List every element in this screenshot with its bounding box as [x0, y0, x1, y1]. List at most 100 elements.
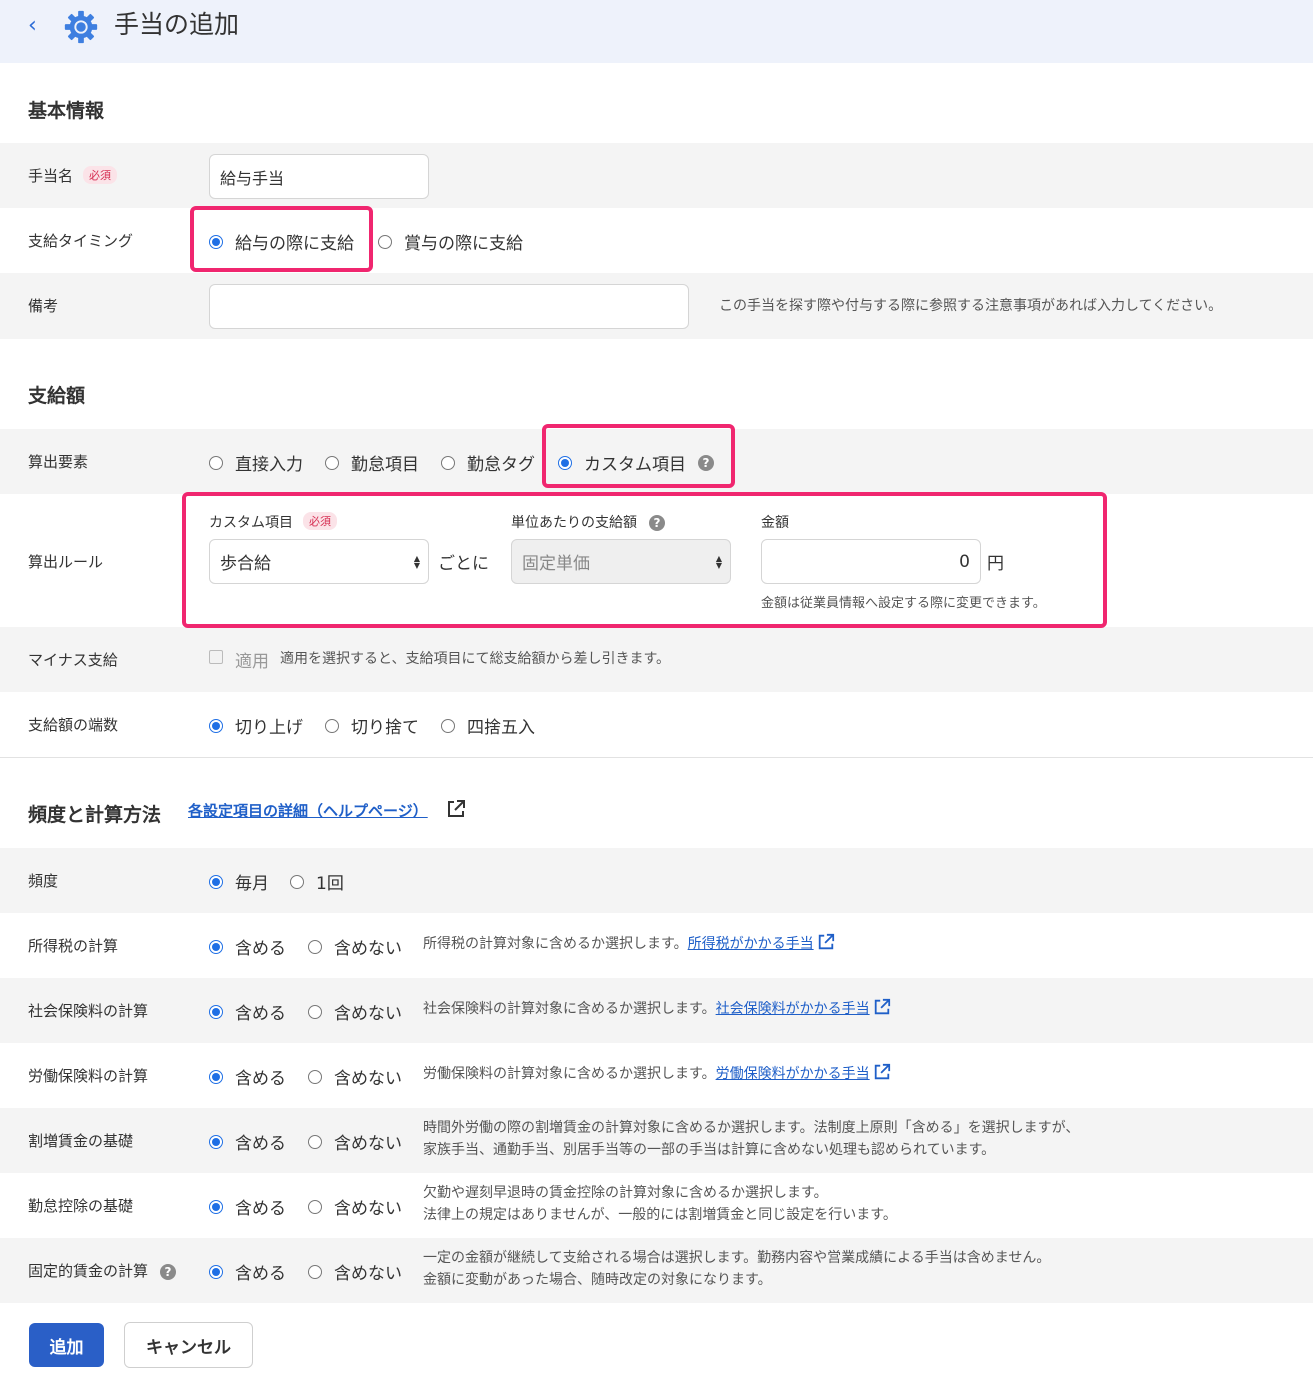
row-frequency: 頻度 毎月 1回 — [0, 848, 1313, 913]
select-arrow-icon: ▲ ▼ — [413, 554, 420, 570]
radio-income-tax-exclude[interactable]: 含めない — [308, 934, 402, 959]
unit-amount-select: 固定単価 ▲ ▼ — [511, 539, 731, 584]
page-header: ‹ 手当の追加 — [0, 0, 1313, 63]
absence-base-label: 勤怠控除の基礎 — [28, 1197, 134, 1215]
allowance-name-label: 手当名 必須 — [28, 165, 118, 186]
row-absence-base: 勤怠控除の基礎 含める 含めない 欠勤や遅刻早退時の賃金控除の計算対象に含めるか… — [0, 1173, 1313, 1238]
section-divider — [0, 757, 1313, 758]
allowance-name-input[interactable]: 給与手当 — [209, 154, 429, 199]
social-insurance-note: 社会保険料の計算対象に含めるか選択します。社会保険料がかかる手当 — [423, 998, 892, 1020]
help-icon[interactable]: ? — [649, 515, 665, 531]
row-labor-insurance: 労働保険料の計算 含める 含めない 労働保険料の計算対象に含めるか選択します。労… — [0, 1043, 1313, 1108]
radio-round-half[interactable]: 四捨五入 — [441, 713, 535, 738]
radio-timing-salary[interactable]: 給与の際に支給 — [209, 229, 354, 254]
radio-income-tax-include[interactable]: 含める — [209, 934, 286, 959]
payment-timing-label: 支給タイミング — [28, 232, 134, 250]
labor-insurance-label: 労働保険料の計算 — [28, 1067, 149, 1085]
kingaku-note: 金額は従業員情報へ設定する際に変更できます。 — [761, 596, 1046, 611]
minus-apply-checkbox[interactable] — [209, 650, 223, 664]
radio-element-direct[interactable]: 直接入力 — [209, 450, 303, 475]
row-payment-timing: 支給タイミング 給与の際に支給 賞与の際に支給 — [0, 208, 1313, 273]
overtime-base-label: 割増賃金の基礎 — [28, 1132, 134, 1150]
frequency-label: 頻度 — [28, 872, 59, 890]
calc-rule-label: 算出ルール — [28, 553, 104, 571]
help-icon[interactable]: ? — [160, 1264, 177, 1280]
radio-element-attendance-tag[interactable]: 勤怠タグ — [441, 450, 535, 475]
income-tax-note: 所得税の計算対象に含めるか選択します。所得税がかかる手当 — [423, 933, 836, 955]
row-fixed-wage: 固定的賃金の計算? 含める 含めない 一定の金額が継続して支給される場合は選択し… — [0, 1238, 1313, 1303]
gear-icon — [64, 10, 98, 44]
section-title-amount: 支給額 — [28, 385, 86, 407]
radio-labor-exclude[interactable]: 含めない — [308, 1064, 402, 1089]
radio-freq-once[interactable]: 1回 — [290, 869, 344, 894]
overtime-note-line1: 時間外労働の際の割増賃金の計算対象に含めるか選択します。法制度上原則「含める」を… — [423, 1120, 1080, 1136]
radio-social-exclude[interactable]: 含めない — [308, 999, 402, 1024]
required-badge: 必須 — [303, 512, 337, 530]
radio-absence-include[interactable]: 含める — [209, 1194, 286, 1219]
row-social-insurance: 社会保険料の計算 含める 含めない 社会保険料の計算対象に含めるか選択します。社… — [0, 978, 1313, 1043]
absence-note-line1: 欠勤や遅刻早退時の賃金控除の計算対象に含めるか選択します。 — [423, 1185, 828, 1201]
radio-social-include[interactable]: 含める — [209, 999, 286, 1024]
section-title-calc: 頻度と計算方法 — [28, 804, 162, 826]
income-tax-link[interactable]: 所得税がかかる手当 — [688, 936, 814, 952]
row-overtime-base: 割増賃金の基礎 含める 含めない 時間外労働の際の割増賃金の計算対象に含めるか選… — [0, 1108, 1313, 1173]
fixed-wage-note-line2: 金額に変動があった場合、随時改定の対象になります。 — [423, 1272, 772, 1288]
row-calc-rule: 算出ルール カスタム項目 必須 歩合給 ▲ ▼ ごとに 単位あたりの支給額? 固定単… — [0, 494, 1313, 627]
radio-round-down[interactable]: 切り捨て — [325, 713, 419, 738]
custom-item-select[interactable]: 歩合給 ▲ ▼ — [209, 539, 429, 584]
unit-amount-label: 単位あたりの支給額? — [511, 512, 665, 532]
select-arrow-icon: ▲ ▼ — [715, 554, 722, 570]
external-link-icon — [874, 998, 890, 1015]
row-rounding: 支給額の端数 切り上げ 切り捨て 四捨五入 — [0, 692, 1313, 757]
yen-unit: 円 — [987, 554, 1004, 574]
radio-freq-monthly[interactable]: 毎月 — [209, 869, 269, 894]
external-link-icon — [447, 800, 465, 817]
add-button[interactable]: 追加 — [29, 1323, 104, 1367]
notes-label: 備考 — [28, 297, 59, 315]
radio-absence-exclude[interactable]: 含めない — [308, 1194, 402, 1219]
row-income-tax: 所得税の計算 含める 含めない 所得税の計算対象に含めるか選択します。所得税がか… — [0, 913, 1313, 978]
social-insurance-label: 社会保険料の計算 — [28, 1002, 149, 1020]
external-link-icon — [874, 1063, 890, 1080]
custom-item-label: カスタム項目 必須 — [209, 512, 337, 532]
notes-hint: この手当を探す際や付与する際に参照する注意事項があれば入力してください。 — [719, 298, 1223, 314]
back-chevron-icon[interactable]: ‹ — [28, 14, 46, 38]
kingaku-label: 金額 — [761, 515, 789, 531]
radio-element-custom[interactable]: カスタム項目? — [558, 450, 714, 475]
minus-payment-label: マイナス支給 — [28, 651, 118, 669]
row-minus-payment: マイナス支給 適用 適用を選択すると、支給項目にて総支給額から差し引きます。 — [0, 627, 1313, 692]
minus-apply-label: 適用 — [235, 652, 269, 672]
social-insurance-link[interactable]: 社会保険料がかかる手当 — [716, 1001, 870, 1017]
labor-insurance-link[interactable]: 労働保険料がかかる手当 — [716, 1066, 870, 1082]
calc-element-label: 算出要素 — [28, 453, 89, 471]
radio-fixed-include[interactable]: 含める — [209, 1259, 286, 1284]
radio-round-up[interactable]: 切り上げ — [209, 713, 303, 738]
kingaku-input[interactable]: 0 — [761, 539, 981, 584]
radio-overtime-include[interactable]: 含める — [209, 1129, 286, 1154]
labor-insurance-note: 労働保険料の計算対象に含めるか選択します。労働保険料がかかる手当 — [423, 1063, 892, 1085]
help-page-link[interactable]: 各設定項目の詳細（ヘルプページ） — [188, 799, 467, 822]
minus-note: 適用を選択すると、支給項目にて総支給額から差し引きます。 — [280, 651, 671, 667]
section-title-basic: 基本情報 — [28, 100, 105, 122]
per-text: ごとに — [438, 554, 489, 574]
required-badge: 必須 — [83, 166, 118, 184]
absence-note-line2: 法律上の規定はありませんが、一般的には割増賃金と同じ設定を行います。 — [423, 1207, 897, 1223]
income-tax-label: 所得税の計算 — [28, 937, 119, 955]
radio-timing-bonus[interactable]: 賞与の際に支給 — [378, 229, 523, 254]
radio-element-attendance-item[interactable]: 勤怠項目 — [325, 450, 419, 475]
radio-fixed-exclude[interactable]: 含めない — [308, 1259, 402, 1284]
cancel-button[interactable]: キャンセル — [124, 1322, 253, 1368]
row-calc-element: 算出要素 直接入力 勤怠項目 勤怠タグ カスタム項目? — [0, 429, 1313, 494]
notes-input[interactable] — [209, 284, 689, 329]
fixed-wage-label: 固定的賃金の計算? — [28, 1260, 177, 1281]
external-link-icon — [818, 933, 834, 950]
fixed-wage-note-line1: 一定の金額が継続して支給される場合は選択します。勤務内容や営業成績による手当は含… — [423, 1250, 1051, 1266]
radio-labor-include[interactable]: 含める — [209, 1064, 286, 1089]
row-notes: 備考 この手当を探す際や付与する際に参照する注意事項があれば入力してください。 — [0, 273, 1313, 339]
radio-overtime-exclude[interactable]: 含めない — [308, 1129, 402, 1154]
row-allowance-name: 手当名 必須 給与手当 — [0, 143, 1313, 208]
page-title: 手当の追加 — [114, 10, 240, 39]
overtime-note-line2: 家族手当、通勤手当、別居手当等の一部の手当は計算に含めない処理も認められています… — [423, 1142, 996, 1158]
rounding-label: 支給額の端数 — [28, 716, 119, 734]
help-icon[interactable]: ? — [698, 454, 714, 471]
